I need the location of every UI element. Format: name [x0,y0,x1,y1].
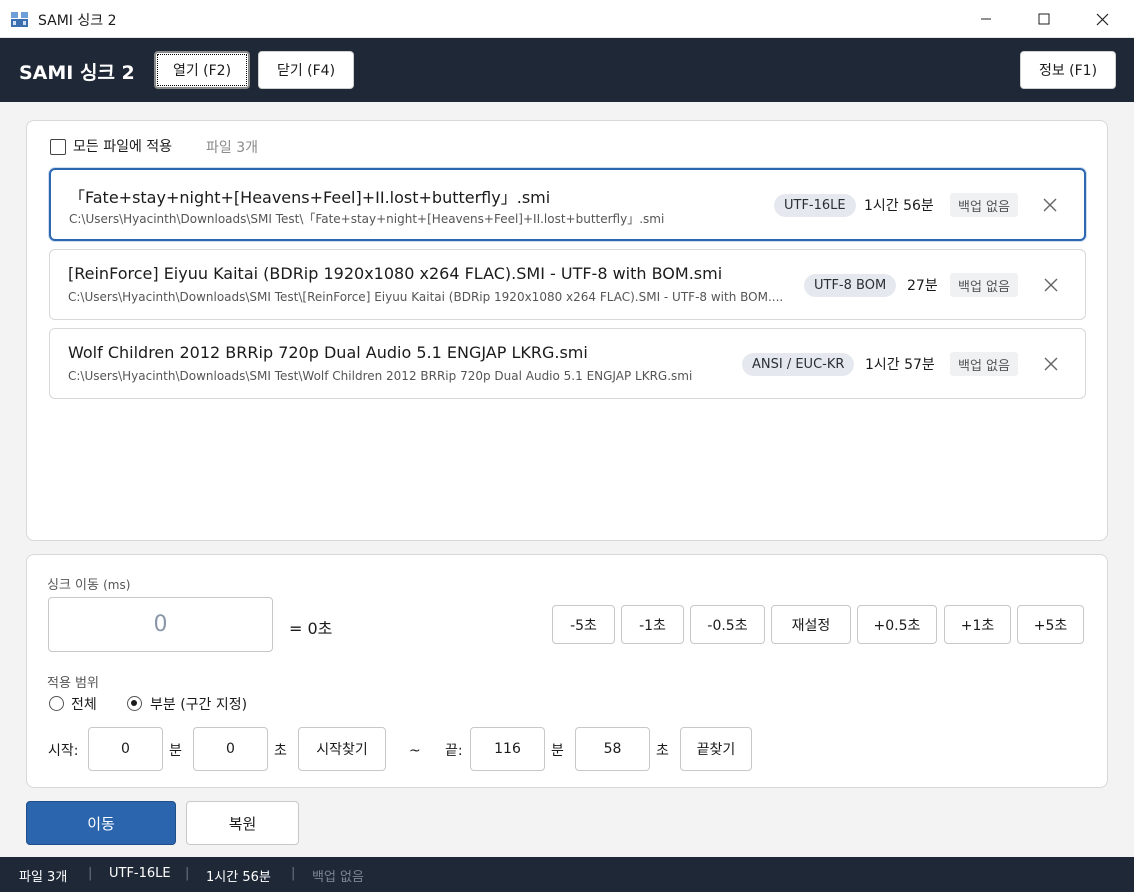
maximize-icon [1038,13,1050,25]
find-start-button[interactable]: 시작찾기 [298,727,386,771]
find-end-button[interactable]: 끝찾기 [680,727,752,771]
restore-button[interactable]: 복원 [186,801,299,845]
shift-plus-half-button[interactable]: +0.5초 [857,605,937,644]
app-header: SAMI 싱크 2 열기 (F2) 닫기 (F4) 정보 (F1) [0,38,1134,102]
shift-plus-1s-button[interactable]: +1초 [944,605,1011,644]
encoding-badge: UTF-8 BOM [804,274,897,297]
app-icon [11,12,28,27]
backup-badge: 백업 없음 [950,273,1018,297]
status-bar: 파일 3개 | UTF-16LE | 1시간 56분 | 백업 없음 [0,857,1134,892]
end-minute-unit: 분 [551,743,564,759]
file-name: Wolf Children 2012 BRRip 720p Dual Audio… [68,343,588,362]
close-icon [1096,13,1108,25]
file-path: C:\Users\Hyacinth\Downloads\SMI Test\[Re… [68,290,784,304]
shift-label-text: 싱크 이동 [47,578,99,593]
file-list-panel: 모든 파일에 적용 파일 3개 「Fate+stay+night+[Heaven… [26,120,1108,541]
status-backup: 백업 없음 [312,870,364,885]
file-count: 파일 3개 [206,140,258,156]
file-path: C:\Users\Hyacinth\Downloads\SMI Test\Wol… [68,369,693,383]
close-icon [1044,357,1058,371]
maximize-button[interactable] [1015,0,1073,38]
status-separator: | [185,866,190,881]
range-all-label[interactable]: 전체 [71,694,97,714]
file-name: 「Fate+stay+night+[Heavens+Feel]+II.lost+… [69,188,551,207]
encoding-badge: ANSI / EUC-KR [742,353,855,376]
shift-plus-5s-button[interactable]: +5초 [1017,605,1084,644]
remove-file-button[interactable] [1039,352,1063,376]
status-encoding: UTF-16LE [109,866,171,881]
start-minute-unit: 분 [169,743,182,759]
shift-ms-input[interactable]: 0 [48,597,273,652]
range-partial-label[interactable]: 부분 (구간 지정) [150,694,247,714]
apply-all-checkbox[interactable] [50,139,66,155]
title-bar: SAMI 싱크 2 [0,0,1134,38]
shift-minus-half-button[interactable]: -0.5초 [690,605,765,644]
encoding-badge: UTF-16LE [774,194,856,217]
start-minute-input[interactable]: 0 [88,727,163,771]
status-file-count: 파일 3개 [19,870,68,885]
shift-label: 싱크 이동 (ms) [47,574,130,593]
minimize-button[interactable] [957,0,1015,38]
close-icon [1044,278,1058,292]
reset-button[interactable]: 재설정 [771,605,851,644]
close-file-button[interactable]: 닫기 (F4) [258,51,354,89]
end-label: 끝: [445,743,463,759]
shift-minus-5s-button[interactable]: -5초 [552,605,615,644]
status-separator: | [88,866,93,881]
range-partial-radio[interactable] [127,696,142,711]
end-minute-input[interactable]: 116 [470,727,545,771]
file-path: C:\Users\Hyacinth\Downloads\SMI Test\「Fa… [69,212,665,226]
remove-file-button[interactable] [1039,273,1063,297]
remove-file-button[interactable] [1038,193,1062,217]
window-title: SAMI 싱크 2 [38,13,117,29]
file-item[interactable]: [ReinForce] Eiyuu Kaitai (BDRip 1920x108… [49,249,1086,320]
minimize-icon [981,18,991,20]
start-second-unit: 초 [274,743,287,759]
sync-panel: 싱크 이동 (ms) 0 = 0초 -5초 -1초 -0.5초 재설정 +0.5… [26,554,1108,788]
backup-badge: 백업 없음 [950,193,1018,217]
shift-minus-1s-button[interactable]: -1초 [621,605,684,644]
close-icon [1043,198,1057,212]
info-button[interactable]: 정보 (F1) [1020,51,1116,89]
apply-all-label[interactable]: 모든 파일에 적용 [73,136,172,156]
file-duration: 1시간 57분 [865,357,935,373]
shift-seconds-readout: = 0초 [289,619,333,638]
backup-badge: 백업 없음 [950,352,1018,376]
open-button[interactable]: 열기 (F2) [154,51,250,89]
start-label: 시작: [48,743,79,759]
end-second-input[interactable]: 58 [575,727,650,771]
file-duration: 1시간 56분 [864,198,934,214]
range-label: 적용 범위 [47,676,99,691]
file-item[interactable]: Wolf Children 2012 BRRip 720p Dual Audio… [49,328,1086,399]
shift-unit: (ms) [103,578,131,592]
range-tilde: ~ [409,743,421,759]
close-window-button[interactable] [1073,0,1131,38]
end-second-unit: 초 [656,743,669,759]
file-duration: 27분 [907,278,938,294]
file-item[interactable]: 「Fate+stay+night+[Heavens+Feel]+II.lost+… [49,168,1086,241]
apply-shift-button[interactable]: 이동 [26,801,176,845]
file-name: [ReinForce] Eiyuu Kaitai (BDRip 1920x108… [68,264,723,283]
status-duration: 1시간 56분 [206,870,271,885]
start-second-input[interactable]: 0 [193,727,268,771]
app-brand: SAMI 싱크 2 [19,62,135,84]
range-all-radio[interactable] [49,696,64,711]
status-separator: | [291,866,296,881]
